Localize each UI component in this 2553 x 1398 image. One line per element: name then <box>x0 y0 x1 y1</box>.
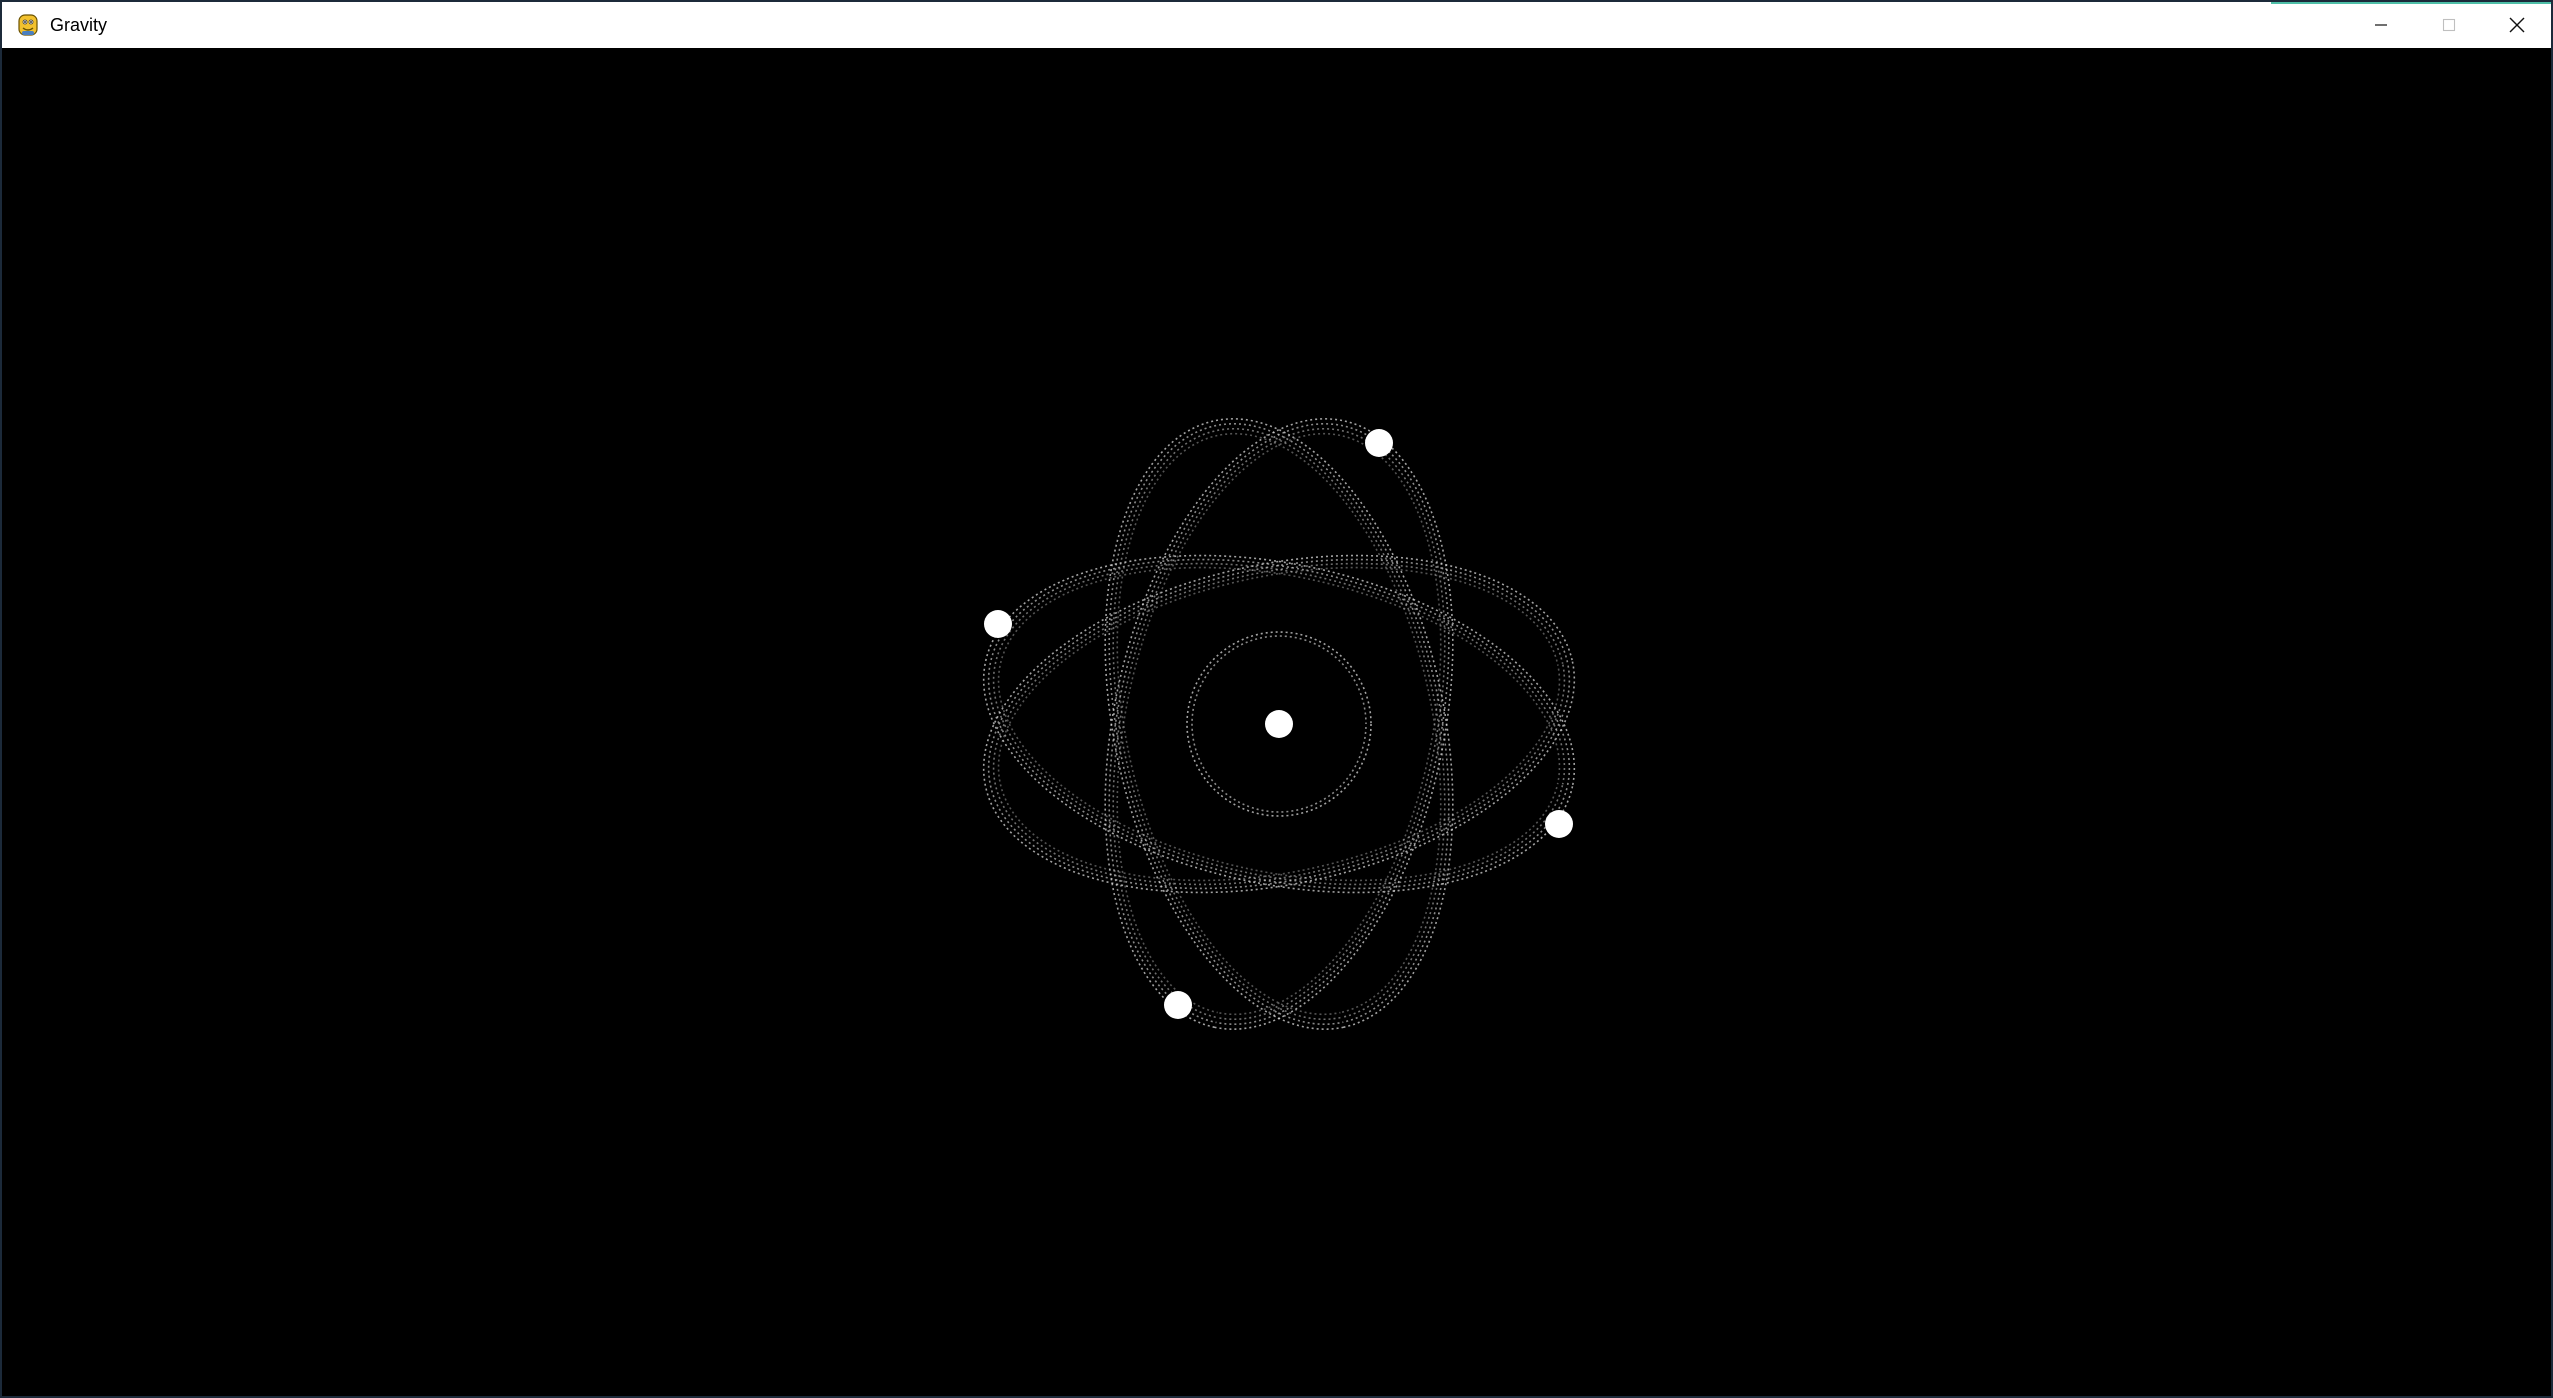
maximize-button[interactable] <box>2415 2 2483 48</box>
orbit-scene <box>982 418 1576 1030</box>
simulation-canvas[interactable] <box>2 48 2551 1396</box>
orbiting-body-right <box>1545 810 1573 838</box>
python-snake-icon <box>18 14 38 36</box>
central-body <box>1265 710 1293 738</box>
orbiting-body-bottom <box>1164 991 1192 1019</box>
minimize-button[interactable] <box>2347 2 2415 48</box>
app-window: Gravity <box>0 0 2553 1398</box>
window-controls <box>2347 2 2551 48</box>
minimize-icon <box>2375 24 2387 26</box>
window-title: Gravity <box>50 14 108 35</box>
maximize-icon <box>2442 18 2456 32</box>
title-bar[interactable]: Gravity <box>2 2 2551 48</box>
orbiting-body-top <box>1365 429 1393 457</box>
close-icon <box>2509 17 2525 33</box>
bodies <box>984 429 1573 1019</box>
orbiting-body-left <box>984 610 1012 638</box>
close-button[interactable] <box>2483 2 2551 48</box>
